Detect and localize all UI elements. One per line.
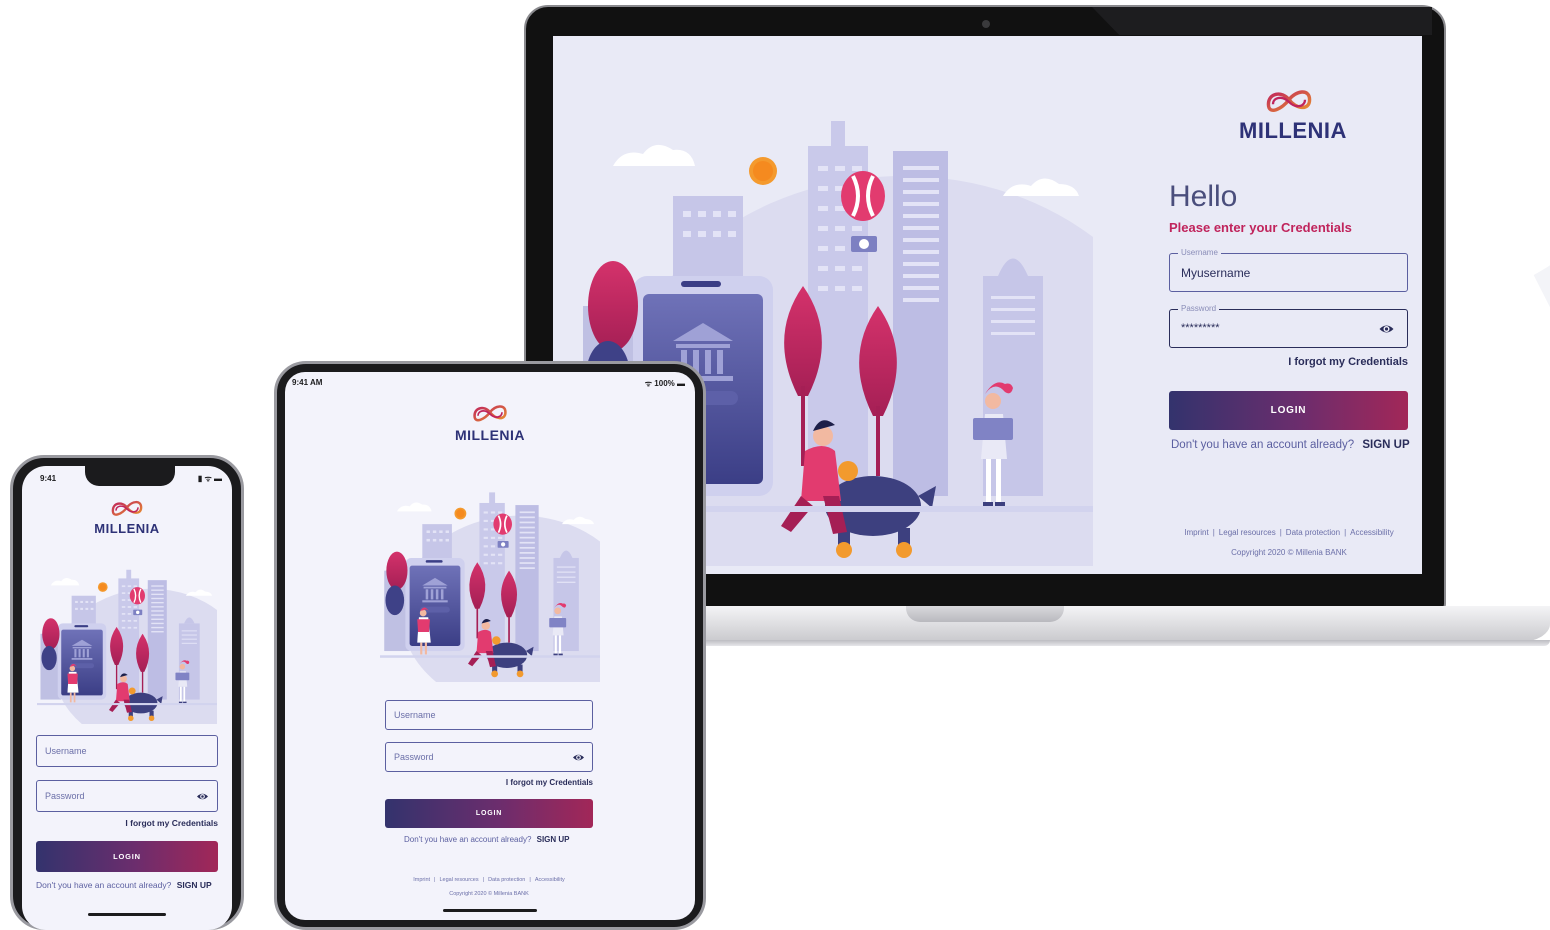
password-placeholder: Password (394, 752, 434, 762)
millenia-logo-icon (111, 500, 143, 516)
footer-links: Imprint | Legal resources | Data protection |… (413, 877, 565, 883)
login-button[interactable]: LOGIN (1169, 391, 1408, 430)
laptop-base (600, 606, 1550, 642)
forgot-credentials-link[interactable]: I forgot my Credentials (385, 778, 593, 787)
password-input[interactable]: Password (385, 742, 593, 772)
signup-row: Don't you have an account already? SIGN … (404, 835, 570, 844)
phone-status-time: 9:41 (40, 474, 57, 483)
footer-link-data-protection[interactable]: Data protection (488, 877, 525, 883)
username-placeholder: Username (394, 710, 436, 720)
footer-link-legal[interactable]: Legal resources (439, 877, 478, 883)
show-password-eye-icon[interactable] (1378, 322, 1395, 336)
footer-link-imprint[interactable]: Imprint (413, 877, 430, 883)
username-label: Username (1178, 248, 1221, 257)
password-placeholder: Password (45, 791, 85, 801)
password-field[interactable]: Password ********* (1169, 304, 1408, 348)
city-illustration (37, 569, 217, 724)
laptop-notch (906, 606, 1064, 622)
tablet-login-screen: 9:41 AM ᯤ 100% ▬ MILLENIA Username Passw… (285, 372, 695, 920)
millenia-logo-icon (473, 405, 507, 422)
tablet-status-time: 9:41 AM (292, 378, 323, 387)
footer-link-imprint[interactable]: Imprint (1184, 528, 1208, 537)
signup-prompt: Don't you have an account already? (36, 880, 172, 890)
footer-links: Imprint | Legal resources | Data protection |… (1184, 528, 1394, 537)
footer-link-legal[interactable]: Legal resources (1219, 528, 1276, 537)
millenia-logo-icon (1266, 90, 1312, 112)
username-placeholder: Username (45, 746, 87, 756)
battery-icon: ▬ (674, 379, 685, 388)
username-value: Myusername (1181, 266, 1251, 280)
login-button[interactable]: LOGIN (36, 841, 218, 872)
greeting-title: Hello (1169, 180, 1238, 213)
username-input[interactable]: Username (36, 735, 218, 767)
show-password-eye-icon[interactable] (196, 791, 209, 802)
username-field[interactable]: Username Myusername (1169, 248, 1408, 292)
password-label: Password (1178, 304, 1220, 313)
footer-link-accessibility[interactable]: Accessibility (535, 877, 565, 883)
phone-status-icons: ▮ ᯤ ▬ (198, 473, 222, 484)
brand-name: MILLENIA (94, 521, 160, 536)
wifi-icon: ᯤ (204, 474, 214, 483)
copyright: Copyright 2020 © Millenia BANK (1231, 548, 1347, 557)
brand-name: MILLENIA (1239, 118, 1347, 143)
credentials-subtitle: Please enter your Credentials (1169, 220, 1352, 235)
signup-prompt: Don't you have an account already? (1171, 439, 1355, 451)
wifi-icon: ᯤ (644, 379, 655, 388)
home-indicator[interactable] (88, 913, 166, 916)
footer-link-data-protection[interactable]: Data protection (1286, 528, 1340, 537)
brand-name: MILLENIA (454, 427, 526, 443)
forgot-credentials-link[interactable]: I forgot my Credentials (36, 818, 218, 828)
password-input[interactable]: Password (36, 780, 218, 812)
signup-row: Don't you have an account already? SIGN … (36, 880, 212, 890)
forgot-credentials-link[interactable]: I forgot my Credentials (1169, 356, 1408, 368)
tablet-status-battery: ᯤ 100% ▬ (645, 378, 685, 389)
home-indicator[interactable] (443, 909, 537, 912)
laptop-gloss (1092, 7, 1432, 35)
battery-icon: ▬ (214, 474, 222, 483)
login-button[interactable]: LOGIN (385, 799, 593, 828)
username-input[interactable]: Username (385, 700, 593, 730)
footer-link-accessibility[interactable]: Accessibility (1350, 528, 1394, 537)
signup-link[interactable]: SIGN UP (537, 835, 570, 844)
city-illustration (380, 491, 600, 682)
signup-row: Don't you have an account already? SIGN … (1171, 439, 1410, 451)
battery-percent: 100% (654, 379, 675, 388)
copyright: Copyright 2020 © Millenia BANK (449, 891, 529, 897)
phone-login-screen: 9:41 ▮ ᯤ ▬ MILLENIA Username Password I … (22, 466, 232, 930)
laptop-base-edge (600, 640, 1550, 646)
signup-link[interactable]: SIGN UP (1362, 439, 1409, 451)
signup-link[interactable]: SIGN UP (177, 880, 212, 890)
laptop-camera (982, 20, 990, 28)
phone-notch (85, 466, 175, 486)
password-value: ********* (1181, 322, 1220, 334)
show-password-eye-icon[interactable] (572, 752, 585, 763)
signup-prompt: Don't you have an account already? (404, 835, 532, 844)
